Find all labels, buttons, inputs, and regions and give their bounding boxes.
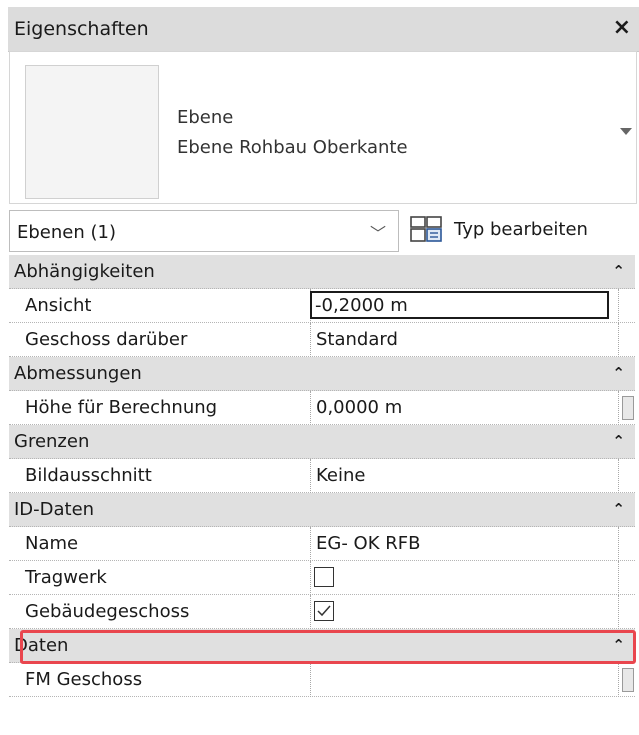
- type-selector[interactable]: Ebene Ebene Rohbau Oberkante: [9, 51, 637, 204]
- column-divider: [310, 561, 311, 595]
- property-value: -0,2000 m: [315, 295, 408, 316]
- category-label: ID-Daten: [14, 499, 95, 520]
- column-divider: [310, 323, 311, 357]
- column-divider: [310, 595, 311, 629]
- category-label: Abhängigkeiten: [14, 261, 155, 282]
- column-divider: [618, 323, 619, 357]
- column-divider: [618, 391, 619, 425]
- column-divider: [618, 663, 619, 697]
- category-id-daten[interactable]: ID-Daten ⌃: [9, 493, 635, 527]
- edit-type-icon: [410, 216, 442, 242]
- property-label: Ansicht: [25, 295, 92, 316]
- property-label: Höhe für Berechnung: [25, 397, 218, 418]
- property-label: FM Geschoss: [25, 669, 143, 690]
- property-value[interactable]: Standard: [316, 329, 398, 350]
- palette-title: Eigenschaften: [14, 18, 149, 40]
- property-row-name[interactable]: Name EG- OK RFB: [9, 527, 635, 561]
- column-divider: [618, 595, 619, 629]
- column-divider: [618, 459, 619, 493]
- category-grenzen[interactable]: Grenzen ⌃: [9, 425, 635, 459]
- property-label: Gebäudegeschoss: [25, 601, 190, 622]
- properties-grid: Abhängigkeiten ⌃ Ansicht -0,2000 m Geschoss …: [9, 255, 635, 697]
- category-abmessungen[interactable]: Abmessungen ⌃: [9, 357, 635, 391]
- property-value-input[interactable]: -0,2000 m: [310, 291, 609, 319]
- column-divider: [310, 527, 311, 561]
- column-divider: [310, 459, 311, 493]
- property-row-tragwerk[interactable]: Tragwerk: [9, 561, 635, 595]
- checkmark-icon: [317, 605, 331, 617]
- gebäudegeschoss-checkbox[interactable]: [314, 601, 334, 621]
- property-row-ansicht[interactable]: Ansicht -0,2000 m: [9, 289, 635, 323]
- property-label: Geschoss darüber: [25, 329, 188, 350]
- type-preview-image: [25, 65, 159, 199]
- properties-palette: Eigenschaften × Ebene Ebene Rohbau Oberk…: [8, 0, 639, 735]
- type-name: Ebene Rohbau Oberkante: [177, 137, 408, 158]
- edit-type-button[interactable]: Typ bearbeiten: [407, 212, 639, 248]
- category-daten[interactable]: Daten ⌃: [9, 629, 635, 663]
- category-label: Abmessungen: [14, 363, 142, 384]
- property-label: Name: [25, 533, 79, 554]
- tragwerk-checkbox[interactable]: [314, 567, 334, 587]
- collapse-chevron-icon[interactable]: ⌃: [612, 636, 625, 654]
- column-divider: [618, 561, 619, 595]
- value-button-icon[interactable]: [622, 668, 634, 692]
- property-label: Bildausschnitt: [25, 465, 152, 486]
- instance-filter-label: Ebenen (1): [17, 222, 116, 243]
- column-divider: [618, 527, 619, 561]
- property-label: Tragwerk: [25, 567, 107, 588]
- category-label: Grenzen: [14, 431, 90, 452]
- column-divider: [618, 289, 619, 323]
- property-row-bildausschnitt[interactable]: Bildausschnitt Keine: [9, 459, 635, 493]
- property-value[interactable]: Keine: [316, 465, 365, 486]
- chevron-down-icon[interactable]: ﹀: [370, 220, 386, 244]
- column-divider: [310, 663, 311, 697]
- property-value[interactable]: EG- OK RFB: [316, 533, 420, 554]
- close-icon[interactable]: ×: [613, 15, 631, 40]
- category-abhängigkeiten[interactable]: Abhängigkeiten ⌃: [9, 255, 635, 289]
- type-dropdown-arrow-icon[interactable]: [620, 128, 632, 135]
- collapse-chevron-icon[interactable]: ⌃: [612, 364, 625, 382]
- edit-type-label: Typ bearbeiten: [454, 219, 588, 240]
- collapse-chevron-icon[interactable]: ⌃: [612, 262, 625, 280]
- collapse-chevron-icon[interactable]: ⌃: [612, 432, 625, 450]
- property-row-fm-geschoss[interactable]: FM Geschoss: [9, 663, 635, 697]
- palette-titlebar: Eigenschaften ×: [8, 7, 639, 52]
- property-value[interactable]: 0,0000 m: [316, 397, 402, 418]
- type-family-name: Ebene: [177, 107, 234, 128]
- collapse-chevron-icon[interactable]: ⌃: [612, 500, 625, 518]
- category-label: Daten: [14, 635, 69, 656]
- instance-filter-dropdown[interactable]: Ebenen (1) ﹀: [9, 210, 399, 252]
- value-button-icon[interactable]: [622, 396, 634, 420]
- column-divider: [310, 391, 311, 425]
- property-row-höhe-für-berechnung[interactable]: Höhe für Berechnung 0,0000 m: [9, 391, 635, 425]
- property-row-gebäudegeschoss[interactable]: Gebäudegeschoss: [9, 595, 635, 629]
- property-row-geschoss-darüber[interactable]: Geschoss darüber Standard: [9, 323, 635, 357]
